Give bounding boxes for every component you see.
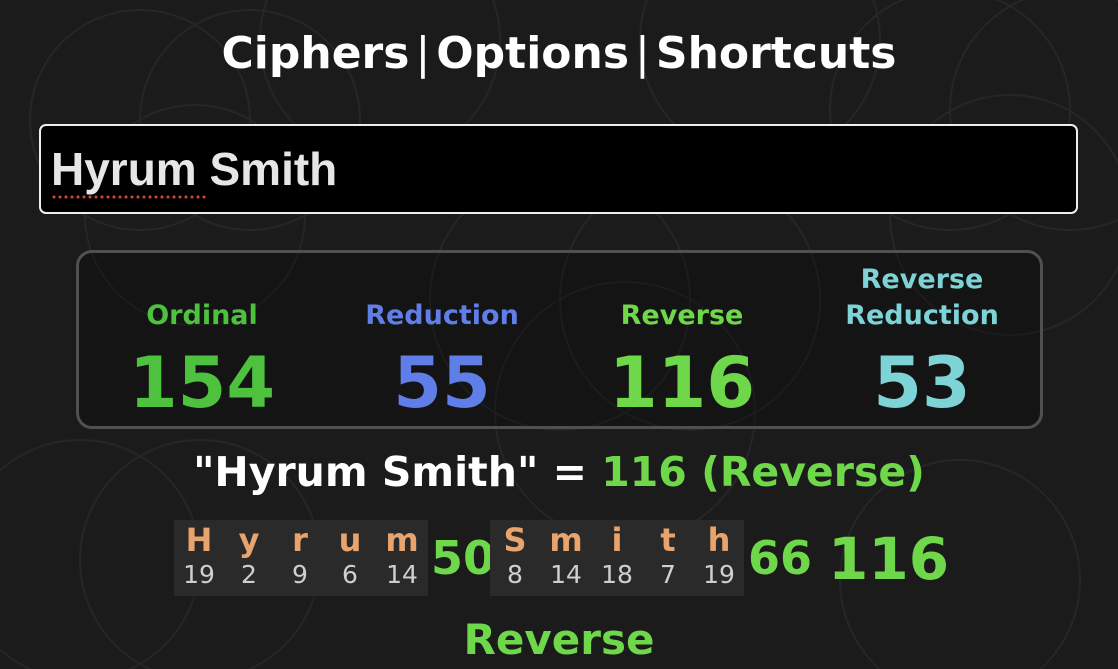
phrase-input[interactable] [51, 142, 1076, 196]
letter-cell: y2 [224, 520, 274, 590]
nav-shortcuts-link[interactable]: Shortcuts [656, 28, 897, 79]
phrase-input-box[interactable] [39, 124, 1078, 214]
cipher-value: 154 [128, 342, 276, 424]
letter-value: 9 [292, 560, 308, 589]
word-total: 66 [748, 531, 813, 585]
letter-value: 14 [550, 560, 582, 589]
letter-cell: i 18 [592, 520, 642, 590]
nav-options-link[interactable]: Options [436, 28, 629, 79]
letter-cell: S8 [490, 520, 540, 590]
cipher-name: Reduction [365, 300, 519, 331]
cipher-reverse-reduction[interactable]: Reverse Reduction 53 [822, 253, 1022, 432]
letter-value: 6 [342, 560, 358, 589]
top-nav: Ciphers | Options | Shortcuts [0, 28, 1118, 80]
letter: i [611, 521, 623, 559]
cipher-name-line2: Reduction [845, 300, 999, 331]
letter-cell: H 19 [174, 520, 224, 590]
letter-cell: u6 [325, 520, 375, 590]
letter-cell: t7 [643, 520, 693, 590]
word-block: S8 m 14 i 18 t7 h 19 [490, 520, 744, 596]
letter-value: 19 [183, 560, 215, 589]
letter: m [385, 521, 419, 559]
letter-value: 18 [601, 560, 633, 589]
letter: r [292, 521, 308, 559]
cipher-name-line1: Reverse [860, 264, 984, 295]
letter: y [238, 521, 260, 559]
letter-value: 8 [507, 560, 523, 589]
letter: m [549, 521, 583, 559]
cipher-value: 116 [608, 342, 756, 424]
word-block: H 19 y2 r9 u6 m 14 [174, 520, 428, 596]
cipher-reduction[interactable]: Reduction 55 [342, 253, 542, 432]
cipher-value: 55 [393, 342, 491, 424]
cipher-value: 53 [873, 342, 971, 424]
letter: h [707, 521, 731, 559]
nav-separator: | [415, 28, 431, 79]
cipher-ordinal[interactable]: Ordinal 154 [102, 253, 302, 432]
letter-cell: r9 [275, 520, 325, 590]
cipher-name: Ordinal [146, 300, 258, 331]
letter: u [338, 521, 362, 559]
letter-value: 19 [703, 560, 735, 589]
result-summary: "Hyrum Smith" = 116 (Reverse) [0, 448, 1118, 496]
nav-separator: | [635, 28, 650, 79]
letter-cell: m 14 [541, 520, 591, 590]
letter-value: 2 [241, 560, 257, 589]
letter-value: 14 [386, 560, 418, 589]
spellcheck-underline [51, 194, 208, 200]
grand-total: 116 [828, 525, 950, 593]
word-total: 50 [431, 531, 496, 585]
cipher-name: Reverse [620, 300, 744, 331]
letter: t [660, 521, 676, 559]
cipher-results-panel: Ordinal 154 Reduction 55 Reverse 116 Rev… [76, 250, 1043, 429]
letter-cell: h 19 [694, 520, 744, 590]
cipher-reverse[interactable]: Reverse 116 [582, 253, 782, 432]
nav-ciphers-link[interactable]: Ciphers [222, 28, 410, 79]
letter-cell: m 14 [377, 520, 427, 590]
active-cipher-label: Reverse [463, 615, 655, 664]
letter-value: 7 [660, 560, 676, 589]
letter: S [503, 521, 527, 559]
result-value: 116 (Reverse) [601, 448, 925, 496]
letter: H [185, 521, 213, 559]
result-phrase: "Hyrum Smith" = [193, 448, 602, 496]
